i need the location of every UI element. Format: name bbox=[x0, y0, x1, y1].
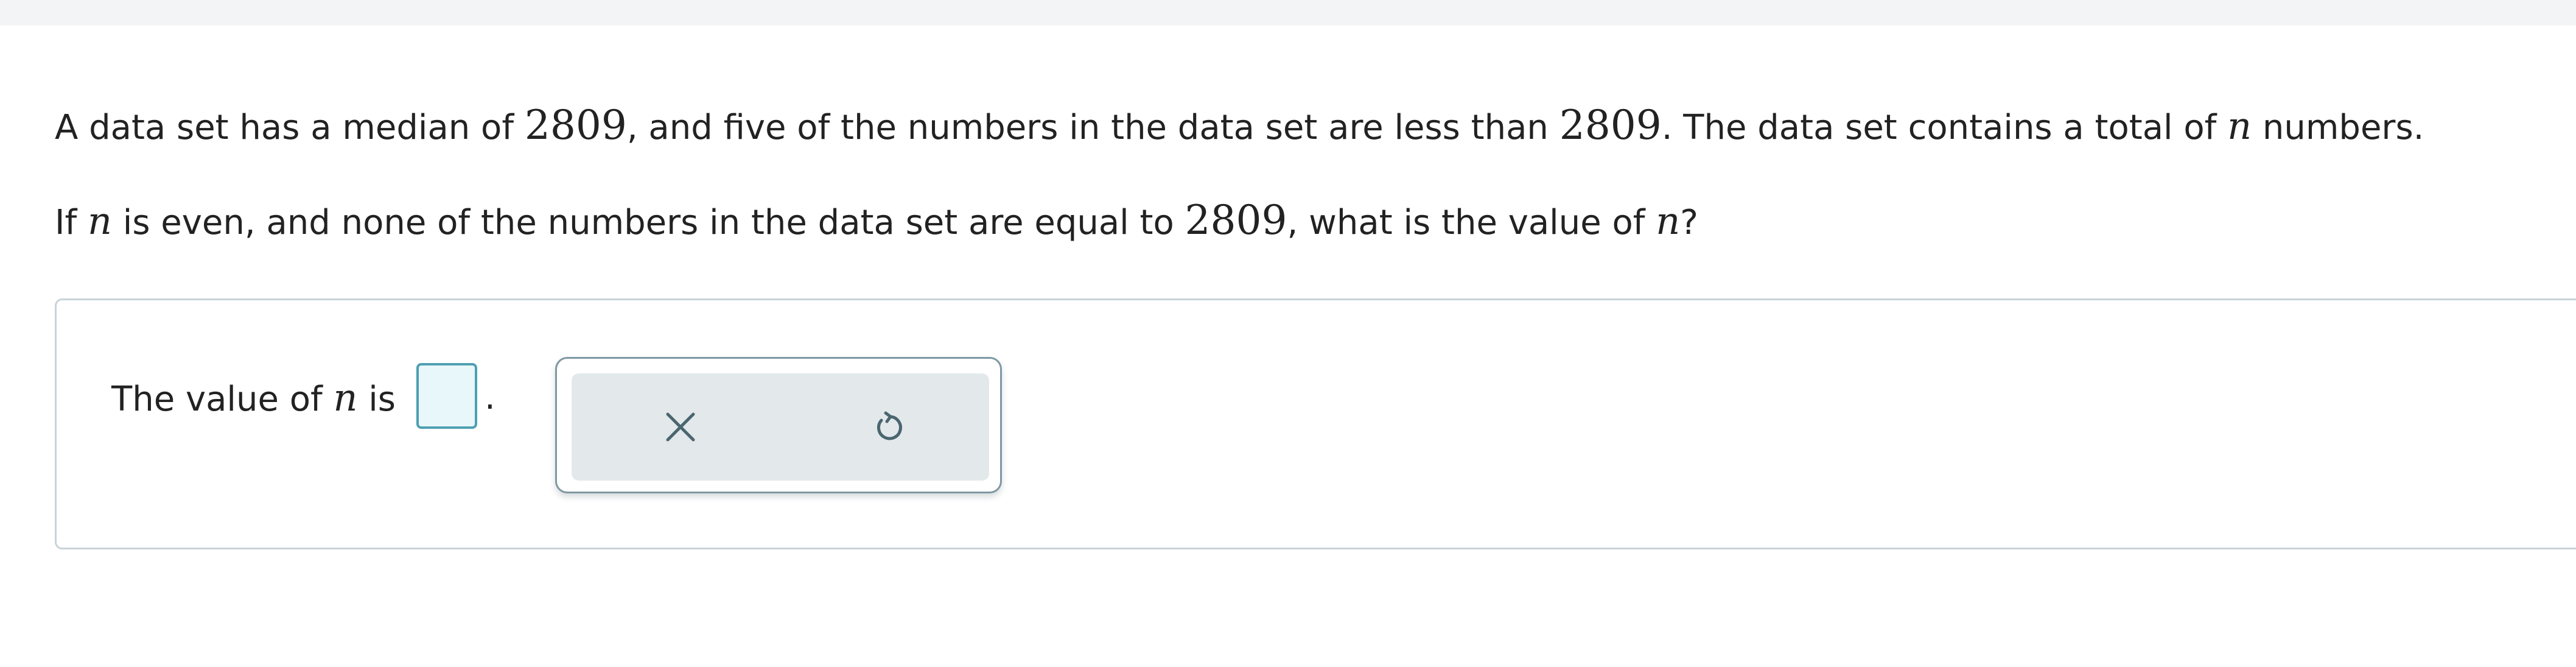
answer-tools-inner bbox=[572, 373, 989, 481]
variable-n: n bbox=[88, 199, 112, 243]
answer-label-prefix: The value of bbox=[111, 379, 334, 419]
question-line-2-part-3: , what is the value of bbox=[1287, 203, 1656, 242]
variable-n: n bbox=[1656, 199, 1681, 243]
answer-input[interactable] bbox=[416, 363, 477, 429]
question-line-2-part-4: ? bbox=[1680, 203, 1698, 242]
question-line-2-part-2: is even, and none of the numbers in the … bbox=[111, 203, 1185, 242]
question-line-2-part-1: If bbox=[55, 203, 88, 242]
answer-label: The value of n is bbox=[111, 375, 396, 423]
x-icon bbox=[662, 409, 699, 445]
question-line-1-part-1: A data set has a median of bbox=[55, 108, 525, 147]
undo-icon bbox=[871, 409, 908, 445]
median-value: 2809 bbox=[1185, 197, 1287, 244]
question-line-1: A data set has a median of 2809, and fiv… bbox=[55, 102, 2550, 151]
undo-button[interactable] bbox=[859, 397, 920, 457]
answer-variable-n: n bbox=[333, 375, 358, 420]
question-line-1-part-2: , and five of the numbers in the data se… bbox=[626, 108, 1559, 147]
question-text: A data set has a median of 2809, and fiv… bbox=[55, 102, 2550, 246]
median-value: 2809 bbox=[524, 102, 627, 149]
question-line-1-part-4: numbers. bbox=[2252, 108, 2424, 147]
answer-tools bbox=[555, 357, 1002, 493]
answer-period: . bbox=[485, 378, 495, 417]
clear-button[interactable] bbox=[650, 397, 711, 457]
top-strip bbox=[0, 0, 2576, 26]
question-line-1-part-3: . The data set contains a total of bbox=[1661, 108, 2228, 147]
median-value-repeat: 2809 bbox=[1559, 102, 1662, 149]
answer-label-suffix: is bbox=[357, 379, 396, 419]
variable-n: n bbox=[2227, 104, 2252, 148]
question-line-2: If n is even, and none of the numbers in… bbox=[55, 197, 2550, 246]
